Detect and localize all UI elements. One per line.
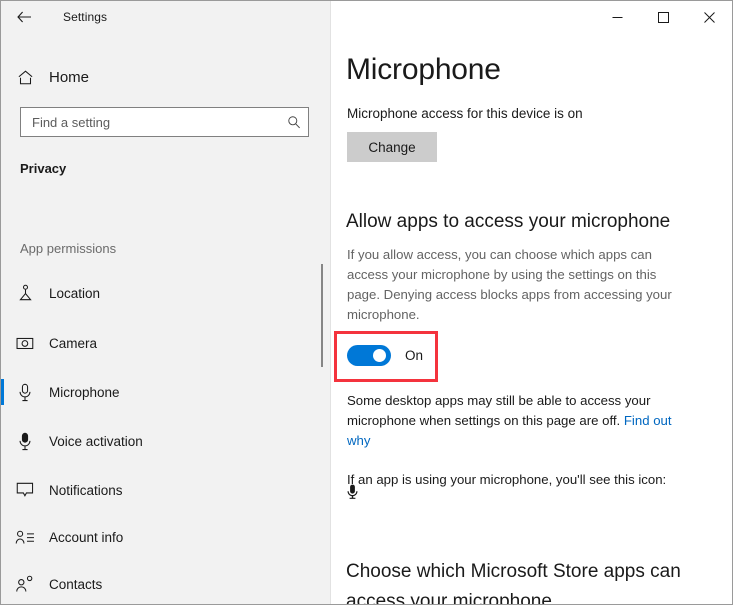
change-button[interactable]: Change: [347, 132, 437, 162]
search-icon[interactable]: [280, 115, 308, 129]
sidebar-item-microphone[interactable]: Microphone: [1, 372, 331, 412]
sidebar-item-microphone-label: Microphone: [49, 385, 120, 400]
toggle-state-label: On: [405, 348, 423, 363]
desktop-apps-note-text: Some desktop apps may still be able to a…: [347, 393, 650, 428]
window-controls: [594, 1, 732, 33]
location-icon: [1, 284, 49, 302]
main-content: Microphone Microphone access for this de…: [332, 1, 732, 604]
notifications-icon: [1, 482, 49, 499]
allow-apps-heading: Allow apps to access your microphone: [346, 211, 670, 233]
sidebar-item-home[interactable]: Home: [1, 59, 331, 95]
selection-accent-bar: [1, 571, 4, 597]
settings-window: Settings: [0, 0, 733, 605]
choose-store-apps-heading: Choose which Microsoft Store apps can ac…: [346, 557, 706, 604]
camera-icon: [1, 335, 49, 351]
sidebar-item-location-label: Location: [49, 286, 100, 301]
toggle-switch-knob: [373, 349, 386, 362]
minimize-icon[interactable]: [594, 1, 640, 33]
sidebar-item-voice-activation-label: Voice activation: [49, 434, 143, 449]
sidebar-section-title: Privacy: [20, 161, 66, 176]
selection-accent-bar: [1, 280, 4, 306]
toggle-switch-track[interactable]: [347, 345, 391, 366]
sidebar-item-camera[interactable]: Camera: [1, 323, 331, 363]
sidebar-item-contacts-label: Contacts: [49, 577, 102, 592]
sidebar-item-notifications[interactable]: Notifications: [1, 470, 331, 510]
selection-accent-bar: [1, 379, 4, 405]
sidebar-item-notifications-label: Notifications: [49, 483, 123, 498]
close-icon[interactable]: [686, 1, 732, 33]
selection-accent-bar: [1, 524, 4, 550]
sidebar-item-account-info[interactable]: Account info: [1, 517, 331, 557]
search-input[interactable]: [21, 115, 280, 130]
title-bar: Settings: [1, 1, 732, 33]
sidebar-item-home-label: Home: [49, 69, 89, 86]
selection-accent-bar: [1, 330, 4, 356]
sidebar-scrollbar-thumb[interactable]: [321, 264, 323, 367]
maximize-icon[interactable]: [640, 1, 686, 33]
account-info-icon: [1, 529, 49, 546]
microphone-filled-icon: [346, 484, 359, 500]
sidebar-item-voice-activation[interactable]: Voice activation: [1, 421, 331, 461]
selection-accent-bar: [1, 428, 4, 454]
selection-accent-bar: [1, 477, 4, 503]
sidebar-item-account-info-label: Account info: [49, 530, 123, 545]
device-access-status: Microphone access for this device is on: [347, 106, 583, 121]
sidebar-item-location[interactable]: Location: [1, 273, 331, 313]
search-box[interactable]: [20, 107, 309, 137]
sidebar-group-title: App permissions: [20, 241, 116, 256]
sidebar-item-contacts[interactable]: Contacts: [1, 564, 331, 604]
microphone-icon: [1, 383, 49, 402]
back-arrow-icon[interactable]: [1, 1, 47, 33]
sidebar-item-camera-label: Camera: [49, 336, 97, 351]
allow-apps-toggle[interactable]: On: [347, 345, 423, 366]
page-title: Microphone: [346, 53, 501, 87]
microphone-icon-note: If an app is using your microphone, you'…: [347, 470, 687, 489]
contacts-icon: [1, 575, 49, 593]
app-title: Settings: [63, 10, 107, 24]
allow-apps-description: If you allow access, you can choose whic…: [347, 245, 672, 325]
sidebar: Home Privacy App permissions: [1, 1, 331, 604]
home-icon: [1, 69, 49, 86]
voice-activation-icon: [1, 432, 49, 451]
desktop-apps-note: Some desktop apps may still be able to a…: [347, 391, 677, 451]
